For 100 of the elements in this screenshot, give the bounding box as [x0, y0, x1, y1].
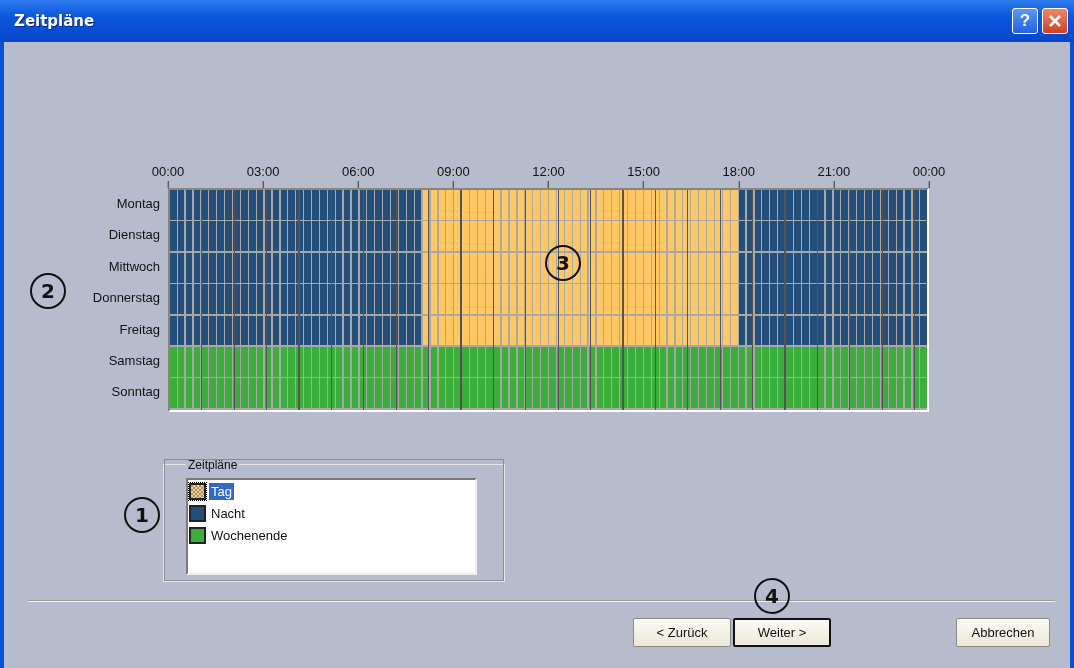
hour-cell[interactable]	[769, 315, 801, 347]
hour-cell[interactable]	[643, 315, 675, 347]
close-button[interactable]	[1042, 8, 1068, 34]
hour-cell[interactable]	[769, 190, 801, 222]
hour-cell[interactable]	[895, 221, 928, 253]
hour-cell[interactable]	[422, 346, 454, 379]
hour-cell[interactable]	[832, 252, 865, 285]
hour-cell[interactable]	[485, 346, 517, 379]
hour-cell[interactable]	[517, 221, 549, 253]
hour-cell[interactable]	[580, 252, 612, 285]
hour-cell[interactable]	[233, 190, 265, 222]
hour-cell[interactable]	[611, 221, 644, 253]
hour-cell[interactable]	[706, 315, 738, 347]
hour-cell[interactable]	[864, 378, 896, 410]
hour-cell[interactable]	[327, 190, 360, 222]
hour-cell[interactable]	[580, 190, 612, 222]
hour-cell[interactable]	[706, 378, 738, 410]
hour-cell[interactable]	[832, 346, 865, 379]
hour-cell[interactable]	[485, 378, 517, 410]
hour-cell[interactable]	[422, 284, 454, 316]
schedule-item[interactable]: Tag	[209, 483, 234, 501]
hour-cell[interactable]	[296, 315, 328, 347]
hour-cell[interactable]	[580, 221, 612, 253]
hour-cell[interactable]	[643, 284, 675, 316]
hour-cell[interactable]	[453, 190, 486, 222]
hour-cell[interactable]	[201, 221, 234, 253]
hour-cell[interactable]	[895, 378, 928, 410]
hour-cell[interactable]	[706, 252, 738, 285]
hour-cell[interactable]	[674, 190, 707, 222]
hour-cell[interactable]	[611, 284, 644, 316]
hour-cell[interactable]	[832, 378, 865, 410]
hour-cell[interactable]	[517, 315, 549, 347]
hour-cell[interactable]	[233, 346, 265, 379]
hour-cell[interactable]	[201, 284, 234, 316]
schedule-item[interactable]: Nacht	[209, 505, 247, 523]
hour-cell[interactable]	[611, 378, 644, 410]
back-button[interactable]: < Zurück	[633, 617, 731, 647]
hour-cell[interactable]	[359, 346, 391, 379]
hour-cell[interactable]	[264, 190, 297, 222]
cancel-button[interactable]: Abbrechen	[956, 617, 1050, 647]
hour-cell[interactable]	[643, 378, 675, 410]
hour-cell[interactable]	[485, 190, 517, 222]
hour-cell[interactable]	[737, 190, 770, 222]
hour-cell[interactable]	[359, 252, 391, 285]
hour-cell[interactable]	[517, 252, 549, 285]
hour-cell[interactable]	[422, 378, 454, 410]
hour-cell[interactable]	[706, 221, 738, 253]
hour-cell[interactable]	[170, 190, 202, 222]
hour-cell[interactable]	[485, 315, 517, 347]
hour-cell[interactable]	[611, 190, 644, 222]
hour-cell[interactable]	[548, 190, 581, 222]
hour-cell[interactable]	[769, 252, 801, 285]
hour-cell[interactable]	[737, 378, 770, 410]
hour-cell[interactable]	[769, 284, 801, 316]
hour-cell[interactable]	[359, 378, 391, 410]
hour-cell[interactable]	[296, 190, 328, 222]
hour-cell[interactable]	[517, 378, 549, 410]
hour-cell[interactable]	[517, 190, 549, 222]
hour-cell[interactable]	[296, 284, 328, 316]
hour-cell[interactable]	[832, 284, 865, 316]
schedule-item[interactable]: Wochenende	[209, 527, 290, 545]
hour-cell[interactable]	[517, 346, 549, 379]
hour-cell[interactable]	[548, 284, 581, 316]
hour-cell[interactable]	[327, 378, 360, 410]
hour-cell[interactable]	[864, 221, 896, 253]
hour-cell[interactable]	[800, 221, 833, 253]
hour-cell[interactable]	[233, 284, 265, 316]
hour-cell[interactable]	[170, 252, 202, 285]
hour-cell[interactable]	[674, 378, 707, 410]
hour-cell[interactable]	[453, 378, 486, 410]
hour-cell[interactable]	[233, 252, 265, 285]
hour-cell[interactable]	[580, 315, 612, 347]
hour-cell[interactable]	[643, 346, 675, 379]
hour-cell[interactable]	[864, 315, 896, 347]
hour-cell[interactable]	[359, 315, 391, 347]
hour-cell[interactable]	[264, 221, 297, 253]
hour-cell[interactable]	[453, 284, 486, 316]
help-button[interactable]: ?	[1012, 8, 1038, 34]
hour-cell[interactable]	[485, 221, 517, 253]
hour-cell[interactable]	[359, 284, 391, 316]
hour-cell[interactable]	[706, 284, 738, 316]
hour-cell[interactable]	[769, 346, 801, 379]
hour-cell[interactable]	[390, 221, 423, 253]
hour-cell[interactable]	[359, 190, 391, 222]
hour-cell[interactable]	[832, 221, 865, 253]
hour-cell[interactable]	[674, 284, 707, 316]
hour-cell[interactable]	[170, 221, 202, 253]
hour-cell[interactable]	[422, 252, 454, 285]
hour-cell[interactable]	[201, 190, 234, 222]
hour-cell[interactable]	[327, 284, 360, 316]
hour-cell[interactable]	[359, 221, 391, 253]
hour-cell[interactable]	[800, 284, 833, 316]
hour-cell[interactable]	[233, 315, 265, 347]
hour-cell[interactable]	[706, 346, 738, 379]
hour-cell[interactable]	[769, 221, 801, 253]
hour-cell[interactable]	[643, 221, 675, 253]
hour-cell[interactable]	[864, 346, 896, 379]
hour-cell[interactable]	[832, 315, 865, 347]
hour-cell[interactable]	[170, 378, 202, 410]
hour-cell[interactable]	[264, 284, 297, 316]
